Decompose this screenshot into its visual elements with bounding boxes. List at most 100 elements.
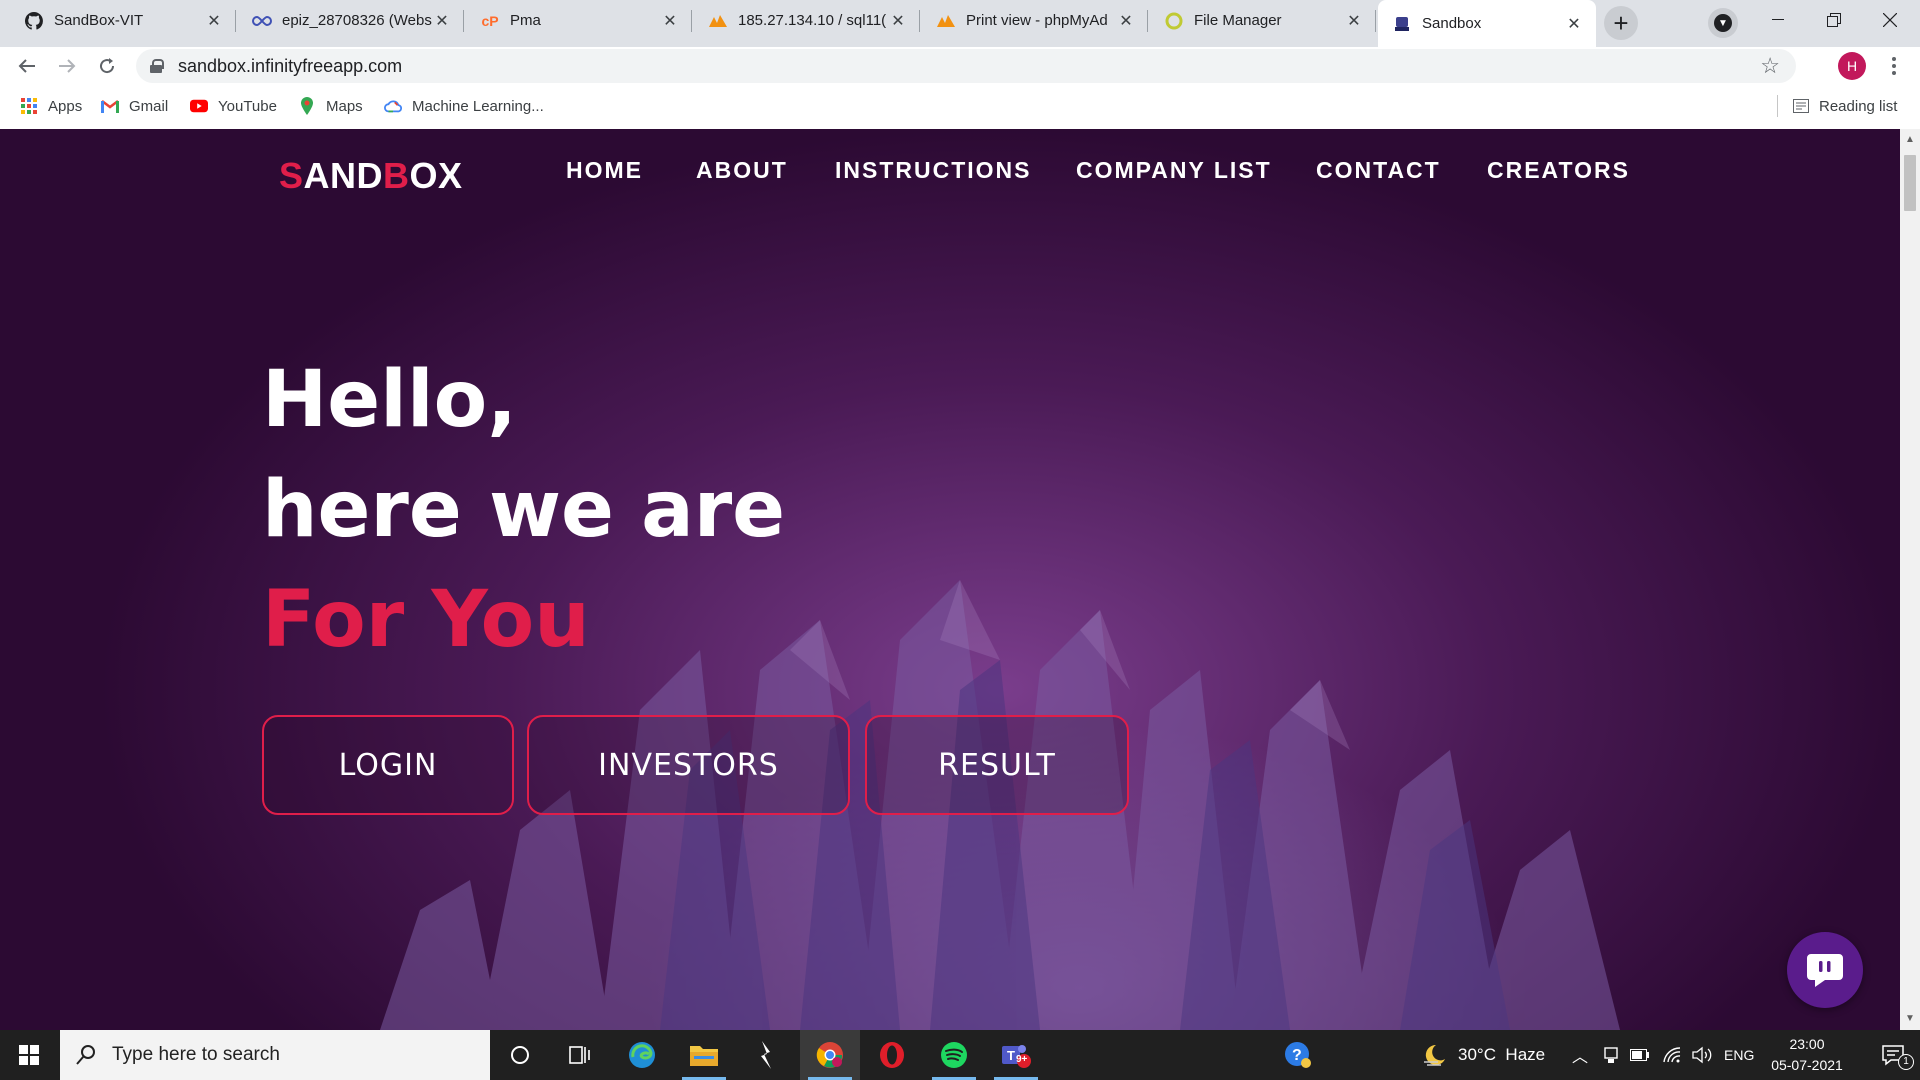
- browser-tab[interactable]: Print view - phpMyAd ✕: [922, 0, 1148, 41]
- new-tab-button[interactable]: +: [1604, 6, 1638, 40]
- bookmarks-bar: Apps Gmail YouTube Maps Machine Learning…: [0, 85, 1920, 129]
- url-text[interactable]: sandbox.infinityfreeapp.com: [178, 56, 402, 77]
- bookmark-youtube[interactable]: YouTube: [190, 95, 277, 117]
- tab-title: Pma: [510, 12, 541, 29]
- website-hero: SANDBOX HOME ABOUT INSTRUCTIONS COMPANY …: [0, 129, 1900, 1030]
- show-hidden-icons-button[interactable]: ︿: [1572, 1030, 1588, 1080]
- scrollbar-thumb[interactable]: [1904, 155, 1916, 211]
- weather-text: 30°C Haze: [1458, 1045, 1546, 1064]
- search-icon: [76, 1044, 96, 1066]
- chrome-taskbar-icon[interactable]: [800, 1030, 860, 1080]
- bookmark-maps[interactable]: Maps: [298, 95, 363, 117]
- tab-search-button[interactable]: ▼: [1708, 8, 1738, 38]
- action-center-button[interactable]: 1: [1866, 1030, 1920, 1080]
- task-view-icon: [569, 1046, 590, 1064]
- spotify-taskbar-icon[interactable]: [924, 1030, 984, 1080]
- browser-toolbar: sandbox.infinityfreeapp.com ☆ H: [0, 47, 1920, 85]
- scroll-up-arrow-icon[interactable]: ▲: [1905, 135, 1915, 145]
- hero-line-for-you: For You: [262, 575, 590, 665]
- file-explorer-taskbar-icon[interactable]: [674, 1030, 734, 1080]
- browser-tab[interactable]: File Manager ✕: [1150, 0, 1376, 41]
- bookmark-apps[interactable]: Apps: [20, 95, 82, 117]
- minimize-button[interactable]: [1750, 0, 1806, 40]
- language-indicator[interactable]: ENG: [1724, 1030, 1754, 1080]
- reload-button[interactable]: [92, 51, 122, 81]
- taskbar-search-box[interactable]: Type here to search: [60, 1030, 490, 1080]
- browser-tab[interactable]: 185.27.134.10 / sql11( ✕: [694, 0, 920, 41]
- reading-list-button[interactable]: Reading list: [1777, 95, 1898, 117]
- login-button[interactable]: LOGIN: [262, 715, 514, 815]
- back-button[interactable]: [12, 51, 42, 81]
- help-tray-icon[interactable]: ?: [1268, 1030, 1328, 1080]
- browser-tab-active[interactable]: Sandbox ✕: [1378, 0, 1596, 47]
- hero-line-hello: Hello,: [262, 355, 517, 445]
- browser-tab[interactable]: SandBox-VIT ✕: [10, 0, 236, 41]
- taskbar-clock[interactable]: 23:00 05-07-2021: [1762, 1034, 1852, 1076]
- nav-home[interactable]: HOME: [566, 157, 643, 184]
- close-tab-icon[interactable]: ✕: [432, 11, 452, 31]
- opera-taskbar-icon[interactable]: [862, 1030, 922, 1080]
- help-icon: ?: [1285, 1042, 1311, 1068]
- device-tray-icon[interactable]: [1602, 1030, 1620, 1080]
- nav-instructions[interactable]: INSTRUCTIONS: [835, 157, 1032, 184]
- battery-tray-icon[interactable]: [1630, 1030, 1650, 1080]
- nav-contact[interactable]: CONTACT: [1316, 157, 1441, 184]
- logo-letter-s: S: [279, 155, 304, 196]
- address-bar[interactable]: sandbox.infinityfreeapp.com ☆: [136, 49, 1796, 83]
- bookmark-machine-learning[interactable]: Machine Learning...: [384, 95, 544, 117]
- svg-text:?: ?: [1292, 1047, 1302, 1064]
- nav-creators[interactable]: CREATORS: [1487, 157, 1630, 184]
- close-tab-icon[interactable]: ✕: [1344, 11, 1364, 31]
- profile-avatar[interactable]: H: [1838, 52, 1866, 80]
- browser-tab[interactable]: cP Pma ✕: [466, 0, 692, 41]
- chat-widget-button[interactable]: [1787, 932, 1863, 1008]
- nav-about[interactable]: ABOUT: [696, 157, 788, 184]
- reading-list-label: Reading list: [1819, 97, 1898, 115]
- google-cloud-icon: [384, 98, 402, 114]
- close-tab-icon[interactable]: ✕: [888, 11, 908, 31]
- wifi-tray-icon[interactable]: [1662, 1030, 1682, 1080]
- forward-button[interactable]: [52, 51, 82, 81]
- volume-tray-icon[interactable]: [1692, 1030, 1714, 1080]
- wifi-icon: [1663, 1047, 1681, 1063]
- task-view-button[interactable]: [550, 1030, 610, 1080]
- bookmark-label: Maps: [326, 97, 363, 115]
- browser-tab[interactable]: epiz_28708326 (Webs ✕: [238, 0, 464, 41]
- close-tab-icon[interactable]: ✕: [1116, 11, 1136, 31]
- windows-taskbar: Type here to search T 9+ ? 30°C Haze ︿ E…: [0, 1030, 1920, 1080]
- teams-taskbar-icon[interactable]: T 9+: [986, 1030, 1046, 1080]
- battery-icon: [1630, 1049, 1649, 1061]
- bookmark-gmail[interactable]: Gmail: [101, 95, 168, 117]
- restore-button[interactable]: [1806, 0, 1862, 40]
- weather-widget[interactable]: 30°C Haze: [1422, 1030, 1545, 1080]
- lock-icon[interactable]: [150, 59, 164, 73]
- close-tab-icon[interactable]: ✕: [204, 11, 224, 31]
- svg-text:T: T: [1007, 1048, 1015, 1063]
- teams-badge: 9+: [1016, 1054, 1028, 1065]
- close-tab-icon[interactable]: ✕: [1564, 14, 1584, 34]
- bookmark-star-icon[interactable]: ☆: [1760, 53, 1780, 79]
- result-button[interactable]: RESULT: [865, 715, 1129, 815]
- app-taskbar-icon[interactable]: [736, 1030, 796, 1080]
- device-icon: [1604, 1047, 1618, 1063]
- close-window-button[interactable]: [1862, 0, 1918, 40]
- edge-taskbar-icon[interactable]: [612, 1030, 672, 1080]
- hero-line-here-we-are: here we are: [262, 465, 786, 555]
- phpmyadmin-icon: [708, 11, 728, 31]
- tab-title: File Manager: [1194, 12, 1282, 29]
- page-scrollbar[interactable]: ▲ ▼: [1900, 129, 1920, 1030]
- cortana-button[interactable]: [490, 1030, 550, 1080]
- chevron-up-icon: ︿: [1572, 1049, 1589, 1066]
- start-button[interactable]: [0, 1030, 58, 1080]
- close-tab-icon[interactable]: ✕: [660, 11, 680, 31]
- tab-separator: [463, 10, 464, 32]
- bookmark-label: YouTube: [218, 97, 277, 115]
- site-logo[interactable]: SANDBOX: [279, 155, 463, 197]
- investors-button[interactable]: INVESTORS: [527, 715, 850, 815]
- bookmark-label: Apps: [48, 97, 83, 115]
- file-manager-icon: [1164, 11, 1184, 31]
- bookmark-label: Machine Learning...: [412, 97, 544, 115]
- browser-menu-icon[interactable]: [1886, 51, 1902, 81]
- scroll-down-arrow-icon[interactable]: ▼: [1905, 1014, 1915, 1024]
- nav-company-list[interactable]: COMPANY LIST: [1076, 157, 1272, 184]
